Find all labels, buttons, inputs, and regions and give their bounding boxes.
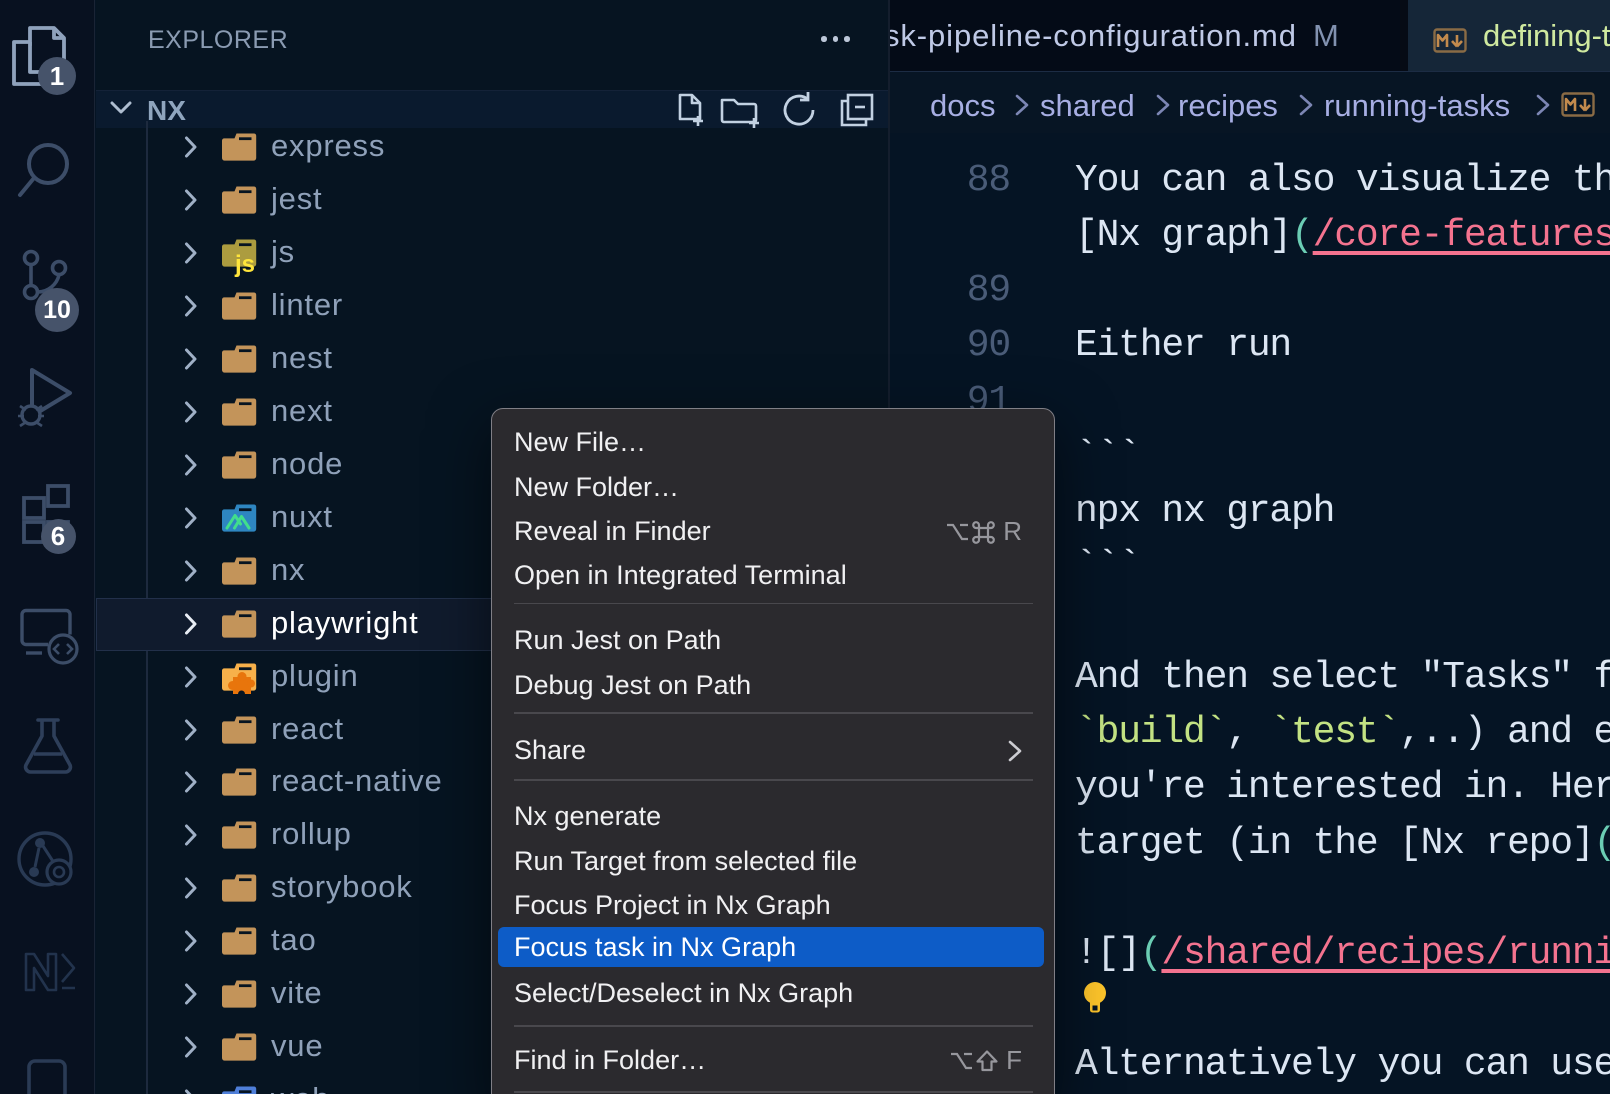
svg-text:js: js bbox=[234, 251, 255, 278]
